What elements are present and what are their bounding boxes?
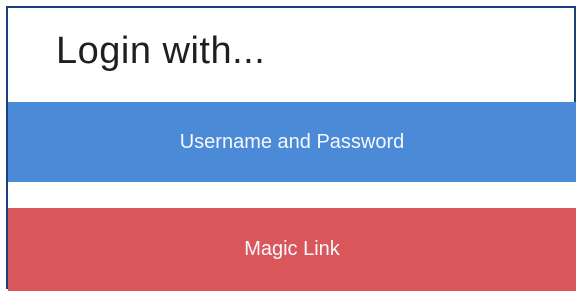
magic-link-button[interactable]: Magic Link <box>8 208 576 291</box>
button-spacer <box>8 182 576 208</box>
login-panel: Login with... Username and Password Magi… <box>6 6 576 291</box>
login-title: Login with... <box>56 30 266 72</box>
username-password-button[interactable]: Username and Password <box>8 102 576 182</box>
